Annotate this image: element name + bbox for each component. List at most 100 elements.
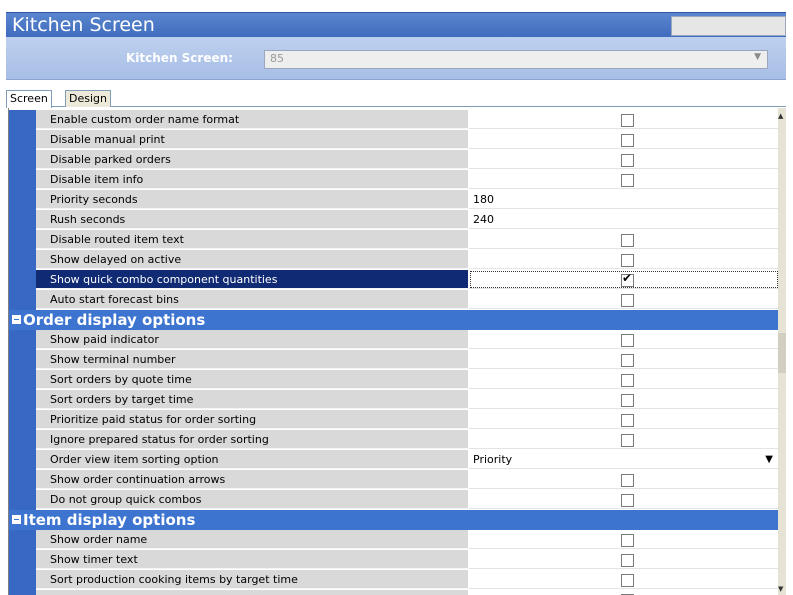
property-row[interactable]: Enable custom order name format	[9, 110, 779, 130]
property-value-cell[interactable]	[469, 370, 779, 389]
row-margin	[9, 170, 36, 190]
property-value-cell[interactable]	[469, 230, 779, 249]
property-value-cell[interactable]	[469, 290, 779, 309]
row-margin	[9, 330, 36, 350]
property-value-cell[interactable]: Priority ▼	[469, 450, 779, 469]
property-row[interactable]: Show item line numbers	[9, 590, 779, 595]
property-row[interactable]: Disable routed item text	[9, 230, 779, 250]
checkbox[interactable]	[621, 434, 634, 447]
property-label: Enable custom order name format	[36, 110, 468, 129]
row-margin	[9, 570, 36, 590]
collapse-icon[interactable]	[12, 315, 21, 324]
checkbox[interactable]	[621, 394, 634, 407]
checkbox[interactable]	[621, 254, 634, 267]
property-value-cell[interactable]	[469, 430, 779, 449]
property-value-cell[interactable]	[469, 150, 779, 169]
row-margin	[9, 150, 36, 170]
checkmark-icon: ✔	[622, 271, 633, 285]
property-row[interactable]: Show terminal number	[9, 350, 779, 370]
window-title: Kitchen Screen	[12, 14, 155, 36]
tab-screen[interactable]: Screen	[6, 90, 52, 108]
property-value-cell[interactable]	[469, 490, 779, 509]
property-row[interactable]: Show delayed on active	[9, 250, 779, 270]
property-value-cell[interactable]	[469, 170, 779, 189]
row-margin	[9, 590, 36, 595]
property-value-cell[interactable]	[469, 330, 779, 349]
vertical-scrollbar[interactable]: ▲ ▼	[778, 108, 786, 595]
property-label: Sort orders by quote time	[36, 370, 468, 389]
property-value-cell[interactable]: 240	[469, 210, 779, 229]
property-label: Show timer text	[36, 550, 468, 569]
property-label: Show quick combo component quantities	[36, 270, 468, 289]
property-row[interactable]: Priority seconds 180	[9, 190, 779, 210]
row-margin	[9, 290, 36, 310]
property-row[interactable]: Do not group quick combos	[9, 490, 779, 510]
property-value-cell[interactable]	[469, 530, 779, 549]
property-row[interactable]: Order view item sorting option Priority ▼	[9, 450, 779, 470]
checkbox[interactable]	[621, 554, 634, 567]
property-value-cell[interactable]	[469, 410, 779, 429]
property-value-cell[interactable]	[469, 570, 779, 589]
kitchen-screen-select[interactable]: 85 ▼	[264, 50, 768, 69]
property-value-cell[interactable]	[469, 350, 779, 369]
checkbox[interactable]	[621, 574, 634, 587]
checkbox[interactable]	[621, 114, 634, 127]
row-margin	[9, 230, 36, 250]
property-value-cell[interactable]	[469, 250, 779, 269]
property-label: Show terminal number	[36, 350, 468, 369]
row-margin	[9, 530, 36, 550]
property-row[interactable]: Prioritize paid status for order sorting	[9, 410, 779, 430]
row-margin	[9, 450, 36, 470]
property-row[interactable]: Show quick combo component quantities ✔	[9, 270, 779, 290]
property-row[interactable]: Show order name	[9, 530, 779, 550]
property-row[interactable]: Disable manual print	[9, 130, 779, 150]
property-row[interactable]: Sort production cooking items by target …	[9, 570, 779, 590]
chevron-down-icon[interactable]: ▼	[754, 52, 761, 62]
checkbox[interactable]	[621, 334, 634, 347]
row-margin	[9, 550, 36, 570]
checkbox[interactable]	[621, 154, 634, 167]
property-value-cell[interactable]	[469, 590, 779, 595]
property-value-cell[interactable]	[469, 110, 779, 129]
checkbox[interactable]	[621, 174, 634, 187]
scroll-up-icon[interactable]: ▲	[778, 112, 783, 120]
property-value-cell[interactable]	[469, 470, 779, 489]
property-row[interactable]: Auto start forecast bins	[9, 290, 779, 310]
property-value-cell[interactable]: 180	[469, 190, 779, 209]
property-row[interactable]: Sort orders by target time	[9, 390, 779, 410]
property-row[interactable]: Show paid indicator	[9, 330, 779, 350]
scrollbar-thumb[interactable]	[778, 333, 786, 373]
row-margin	[9, 190, 36, 210]
property-row[interactable]: Show timer text	[9, 550, 779, 570]
property-value-cell[interactable]	[469, 550, 779, 569]
checkbox[interactable]	[621, 494, 634, 507]
row-margin	[9, 390, 36, 410]
collapse-icon[interactable]	[12, 515, 21, 524]
tab-strip-divider	[6, 106, 786, 107]
checkbox[interactable]	[621, 294, 634, 307]
property-value-cell[interactable]	[469, 130, 779, 149]
checkbox[interactable]	[621, 354, 634, 367]
property-value-cell[interactable]: ✔	[469, 270, 779, 289]
checkbox[interactable]	[621, 474, 634, 487]
row-margin	[9, 250, 36, 270]
property-row[interactable]: Rush seconds 240	[9, 210, 779, 230]
scroll-down-icon[interactable]: ▼	[778, 585, 783, 593]
checkbox[interactable]	[621, 234, 634, 247]
checkbox[interactable]: ✔	[621, 271, 634, 287]
category-title: Order display options	[23, 311, 206, 329]
property-row[interactable]: Ignore prepared status for order sorting	[9, 430, 779, 450]
property-row[interactable]: Disable item info	[9, 170, 779, 190]
property-row[interactable]: Sort orders by quote time	[9, 370, 779, 390]
category-title: Item display options	[23, 511, 196, 529]
checkbox[interactable]	[621, 414, 634, 427]
property-row[interactable]: Disable parked orders	[9, 150, 779, 170]
checkbox[interactable]	[621, 374, 634, 387]
property-value-cell[interactable]	[469, 390, 779, 409]
checkbox[interactable]	[621, 534, 634, 547]
chevron-down-icon[interactable]: ▼	[765, 450, 773, 469]
tab-design[interactable]: Design	[65, 90, 111, 107]
property-row[interactable]: Show order continuation arrows	[9, 470, 779, 490]
property-label: Priority seconds	[36, 190, 468, 209]
checkbox[interactable]	[621, 134, 634, 147]
